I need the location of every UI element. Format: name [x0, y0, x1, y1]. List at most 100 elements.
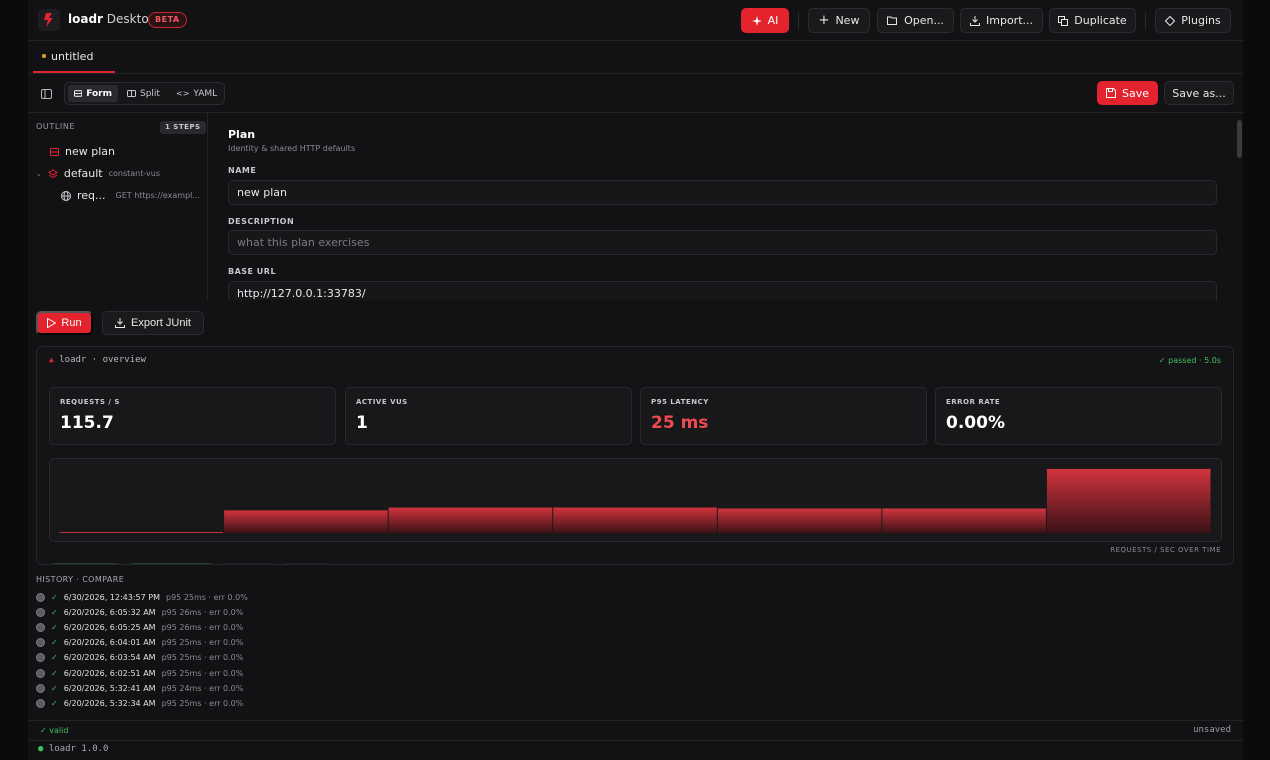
- app-logo: [38, 9, 60, 31]
- stat-label: ERROR RATE: [946, 398, 1001, 406]
- app-window: loadr Desktop BETA AI + New Open... Impo…: [28, 0, 1243, 760]
- compare-chip[interactable]: [51, 563, 121, 564]
- status-bar: ✓ valid unsaved: [28, 720, 1243, 741]
- toolbar-divider: [798, 12, 799, 29]
- history-row[interactable]: ✓ 6/20/2026, 5:32:41 AM p95 24ms · err 0.0…: [36, 681, 243, 695]
- outline-item-scenario[interactable]: ⌄ default constant-vus: [36, 167, 160, 180]
- export-junit-button[interactable]: Export JUnit: [102, 311, 204, 335]
- compare-chip[interactable]: [281, 563, 333, 564]
- split-icon: [127, 90, 136, 97]
- history-title: HISTORY · COMPARE: [36, 575, 125, 584]
- plan-icon: [50, 147, 59, 156]
- tab-label: untitled: [51, 49, 94, 63]
- outline-item-meta: GET https://exampl...: [115, 191, 201, 200]
- outline-item-label: new plan: [65, 145, 115, 158]
- run-button-label: Run: [61, 317, 82, 329]
- validation-status: ✓ valid: [40, 726, 68, 735]
- mode-yaml[interactable]: <> YAML: [170, 85, 222, 102]
- history-meta: p95 25ms · err 0.0%: [161, 653, 244, 663]
- base-url-field[interactable]: http://127.0.0.1:33783/: [228, 281, 1217, 300]
- section-title: Plan: [228, 128, 256, 141]
- stat-error-rate: ERROR RATE 0.00%: [935, 387, 1222, 445]
- ai-button-label: AI: [767, 14, 779, 27]
- history-meta: p95 26ms · err 0.0%: [161, 607, 244, 617]
- history-time: 6/20/2026, 5:32:41 AM: [63, 683, 156, 693]
- sidebar-toggle-icon[interactable]: [41, 89, 52, 99]
- check-icon: ✓: [51, 592, 58, 602]
- select-radio[interactable]: [36, 638, 45, 648]
- open-button[interactable]: Open...: [877, 8, 954, 33]
- outline-item-request[interactable]: req... GET https://exampl...: [61, 189, 200, 202]
- brand-name: loadr: [68, 12, 103, 26]
- import-button[interactable]: Import...: [960, 8, 1043, 33]
- ai-button[interactable]: AI: [741, 8, 789, 33]
- mode-split[interactable]: Split: [121, 85, 167, 102]
- mode-form[interactable]: Form: [68, 85, 118, 102]
- check-icon: ✓: [51, 653, 58, 663]
- download-icon: [970, 15, 980, 26]
- run-button[interactable]: Run: [36, 311, 93, 335]
- form-scrollbar[interactable]: [1237, 120, 1242, 158]
- save-button-label: Save: [1121, 86, 1149, 100]
- chart-bar: [224, 510, 388, 533]
- export-button-label: Export JUnit: [131, 317, 191, 329]
- history-row[interactable]: ✓ 6/20/2026, 6:05:32 AM p95 26ms · err 0.0…: [36, 605, 243, 619]
- history-row[interactable]: ✓ 6/20/2026, 5:32:34 AM p95 25ms · err 0.0…: [36, 696, 243, 710]
- stat-label: REQUESTS / S: [60, 398, 120, 406]
- history-row[interactable]: ✓ 6/20/2026, 6:02:51 AM p95 25ms · err 0.0…: [36, 666, 243, 680]
- save-button[interactable]: Save: [1097, 81, 1158, 105]
- name-label: NAME: [228, 166, 257, 175]
- tab-untitled[interactable]: untitled: [33, 41, 115, 73]
- chart-bar: [1046, 468, 1211, 533]
- compare-chip[interactable]: [221, 563, 273, 564]
- select-radio[interactable]: [36, 607, 45, 617]
- editor-toolbar: Form Split <> YAML Save Save as...: [28, 74, 1243, 113]
- history-row[interactable]: ✓ 6/30/2026, 12:43:57 PM p95 25ms · err 0.…: [36, 590, 248, 604]
- select-radio[interactable]: [36, 622, 45, 632]
- unsaved-dot: [42, 54, 46, 58]
- history-row[interactable]: ✓ 6/20/2026, 6:03:54 AM p95 25ms · err 0.0…: [36, 651, 243, 665]
- lightning-icon: [44, 13, 53, 27]
- new-button[interactable]: + New: [808, 8, 870, 33]
- code-icon: <>: [176, 89, 190, 98]
- duplicate-button-label: Duplicate: [1074, 14, 1127, 27]
- outline-item-plan[interactable]: new plan: [50, 145, 115, 158]
- chart-bar: [717, 508, 882, 533]
- view-mode-switch: Form Split <> YAML: [64, 82, 225, 105]
- history-row[interactable]: ✓ 6/20/2026, 6:04:01 AM p95 25ms · err 0.0…: [36, 636, 243, 650]
- toolbar-divider: [1145, 12, 1146, 29]
- compare-chip[interactable]: [129, 563, 213, 564]
- download-icon: [115, 318, 126, 328]
- save-as-button[interactable]: Save as...: [1164, 81, 1234, 105]
- history-time: 6/20/2026, 6:04:01 AM: [63, 638, 156, 648]
- plugins-button-label: Plugins: [1181, 14, 1221, 27]
- select-radio[interactable]: [36, 653, 45, 663]
- layers-icon: [47, 168, 58, 178]
- copy-icon: [1058, 15, 1069, 26]
- select-radio[interactable]: [36, 683, 45, 693]
- chart-bar: [882, 508, 1046, 533]
- select-radio[interactable]: [36, 592, 45, 602]
- plugins-button[interactable]: Plugins: [1155, 8, 1231, 33]
- app-brand: loadr Desktop: [68, 12, 156, 26]
- select-radio[interactable]: [36, 698, 45, 708]
- history-meta: p95 25ms · err 0.0%: [161, 698, 244, 708]
- validation-label: valid: [49, 726, 69, 735]
- name-field[interactable]: new plan: [228, 180, 1217, 205]
- run-bar: Run Export JUnit: [28, 300, 1243, 345]
- steps-badge: 1 STEPS: [160, 121, 206, 134]
- select-radio[interactable]: [36, 668, 45, 678]
- save-state: unsaved: [1193, 725, 1231, 735]
- history-time: 6/20/2026, 6:02:51 AM: [63, 668, 156, 678]
- check-icon: ✓: [51, 607, 58, 617]
- description-field[interactable]: what this plan exercises: [228, 230, 1217, 255]
- duplicate-button[interactable]: Duplicate: [1049, 8, 1136, 33]
- folder-open-icon: [887, 16, 898, 25]
- run-status: ✓ passed · 5.0s: [1159, 356, 1221, 365]
- stat-value: 25 ms: [651, 413, 709, 433]
- stat-value: 1: [356, 413, 368, 433]
- stat-active-vus: ACTIVE VUS 1: [345, 387, 632, 445]
- plugin-icon: [1165, 15, 1176, 26]
- status-dot-icon: ●: [38, 744, 44, 754]
- history-row[interactable]: ✓ 6/20/2026, 6:05:25 AM p95 26ms · err 0.0…: [36, 620, 243, 634]
